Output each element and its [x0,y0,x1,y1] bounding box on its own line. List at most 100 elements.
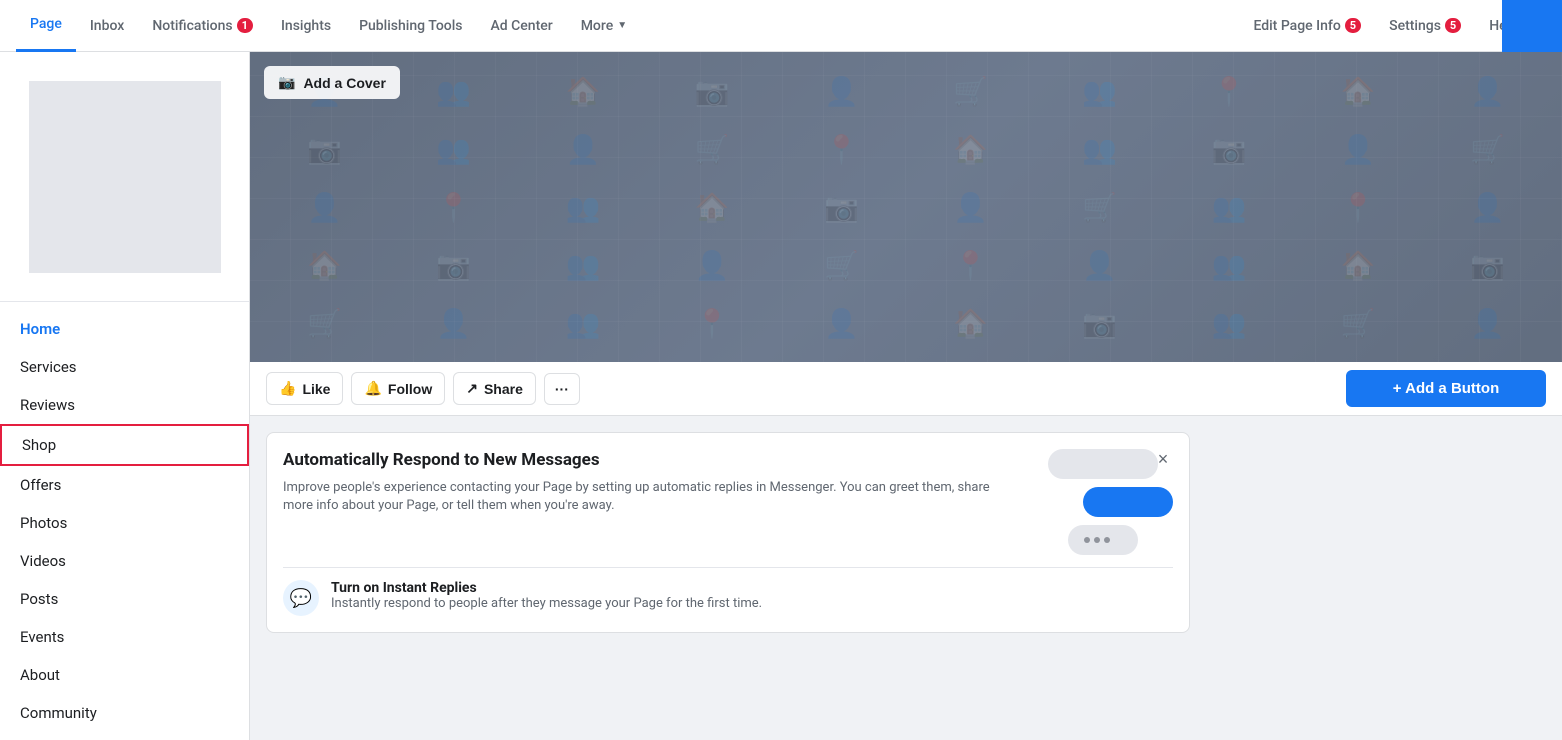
main-column: × Automatically Respond to New Messages … [266,432,1190,633]
ci12: 👥 [389,120,518,178]
nav-item-publishing-tools[interactable]: Publishing Tools [345,0,476,52]
sidebar-item-photos[interactable]: Photos [0,504,249,542]
ci28: 👥 [1164,178,1293,236]
msg-bubble-gray [1048,449,1158,479]
ci31: 🏠 [260,236,389,294]
edit-page-info-badge: 5 [1345,18,1361,33]
settings-badge: 5 [1445,18,1461,33]
sidebar-item-community[interactable]: Community [0,694,249,732]
sidebar-item-events[interactable]: Events [0,618,249,656]
ci20: 🛒 [1423,120,1552,178]
sidebar-item-shop[interactable]: Shop [0,424,249,466]
instant-replies-section: 💬 Turn on Instant Replies Instantly resp… [283,567,1173,616]
ci49: 🛒 [1294,294,1423,352]
ci13: 👤 [518,120,647,178]
ci39: 🏠 [1294,236,1423,294]
ci23: 👥 [518,178,647,236]
nav-item-inbox[interactable]: Inbox [76,0,138,52]
ci10: 👤 [1423,62,1552,120]
right-column [1206,432,1546,633]
add-cover-button[interactable]: 📷 Add a Cover [264,66,400,99]
ci11: 📷 [260,120,389,178]
nav-item-more[interactable]: More ▼ [567,0,641,52]
ci30: 👤 [1423,178,1552,236]
ci14: 🛒 [648,120,777,178]
card-description: Improve people's experience contacting y… [283,479,1017,515]
share-button[interactable]: ↗ Share [453,372,536,405]
add-button-label: + Add a Button [1393,380,1500,397]
close-icon: × [1158,449,1169,470]
sidebar-photos-label: Photos [20,514,67,532]
ci16: 🏠 [906,120,1035,178]
ci6: 🛒 [906,62,1035,120]
ci45: 👤 [777,294,906,352]
nav-item-insights[interactable]: Insights [267,0,345,52]
ci37: 👤 [1035,236,1164,294]
sidebar-item-services[interactable]: Services [0,348,249,386]
dot-1 [1084,537,1090,543]
sidebar-item-videos[interactable]: Videos [0,542,249,580]
ci36: 📍 [906,236,1035,294]
nav-edit-page-info[interactable]: Edit Page Info 5 [1239,0,1375,52]
notifications-badge: 1 [237,18,253,33]
nav-page-label: Page [30,16,62,32]
ci5: 👤 [777,62,906,120]
cover-icons-pattern: 👤 👥 🏠 📷 👤 🛒 👥 📍 🏠 👤 📷 👥 👤 🛒 📍 🏠 👥 📷 👤 [250,52,1562,362]
more-actions-button[interactable]: ··· [544,373,580,405]
ci26: 👤 [906,178,1035,236]
nav-item-ad-center[interactable]: Ad Center [476,0,566,52]
like-icon: 👍 [279,380,296,397]
share-icon: ↗ [466,380,478,397]
more-dots-label: ··· [555,381,569,397]
ci34: 👤 [648,236,777,294]
sidebar-item-reviews[interactable]: Reviews [0,386,249,424]
ci9: 🏠 [1294,62,1423,120]
ci3: 🏠 [518,62,647,120]
ci24: 🏠 [648,178,777,236]
sidebar-item-about[interactable]: About [0,656,249,694]
sidebar-videos-label: Videos [20,552,66,570]
card-title: Automatically Respond to New Messages [283,449,1017,471]
msg-bubble-dots [1068,525,1138,555]
nav-right: Edit Page Info 5 Settings 5 Help ▼ [1239,0,1546,52]
camera-icon: 📷 [278,74,295,91]
ci42: 👤 [389,294,518,352]
sidebar-item-home[interactable]: Home [0,310,249,348]
sidebar-item-offers[interactable]: Offers [0,466,249,504]
ci43: 👥 [518,294,647,352]
ci2: 👥 [389,62,518,120]
nav-inbox-label: Inbox [90,18,124,34]
follow-icon: 🔔 [364,380,381,397]
ci4: 📷 [648,62,777,120]
nav-item-page[interactable]: Page [16,0,76,52]
ci35: 🛒 [777,236,906,294]
nav-left: Page Inbox Notifications 1 Insights Publ… [16,0,641,52]
ci38: 👥 [1164,236,1293,294]
sidebar-home-label: Home [20,320,60,338]
cover-photo-container: 👤 👥 🏠 📷 👤 🛒 👥 📍 🏠 👤 📷 👥 👤 🛒 📍 🏠 👥 📷 👤 [250,52,1562,362]
like-label: Like [302,381,330,397]
instant-replies-title: Turn on Instant Replies [331,580,762,596]
sidebar-item-posts[interactable]: Posts [0,580,249,618]
add-a-button-cta[interactable]: + Add a Button [1346,370,1546,407]
action-bar: 👍 Like 🔔 Follow ↗ Share ··· + Add a Butt… [250,362,1562,416]
instant-replies-text: Turn on Instant Replies Instantly respon… [331,580,762,611]
ci47: 📷 [1035,294,1164,352]
ci32: 📷 [389,236,518,294]
ci27: 🛒 [1035,178,1164,236]
follow-label: Follow [388,381,432,397]
follow-button[interactable]: 🔔 Follow [351,372,445,405]
close-card-button[interactable]: × [1149,445,1177,473]
nav-item-notifications[interactable]: Notifications 1 [138,0,267,52]
card-text: Automatically Respond to New Messages Im… [283,449,1017,555]
main-layout: Home Services Reviews Shop Offers [0,52,1562,740]
sidebar-shop-row: Shop [0,424,249,466]
like-button[interactable]: 👍 Like [266,372,343,405]
nav-more-label: More [581,18,614,34]
sidebar-shop-label: Shop [22,436,56,454]
nav-settings[interactable]: Settings 5 [1375,0,1475,52]
ci17: 👥 [1035,120,1164,178]
dot-2 [1094,537,1100,543]
sidebar-about-label: About [20,666,60,684]
ci19: 👤 [1294,120,1423,178]
